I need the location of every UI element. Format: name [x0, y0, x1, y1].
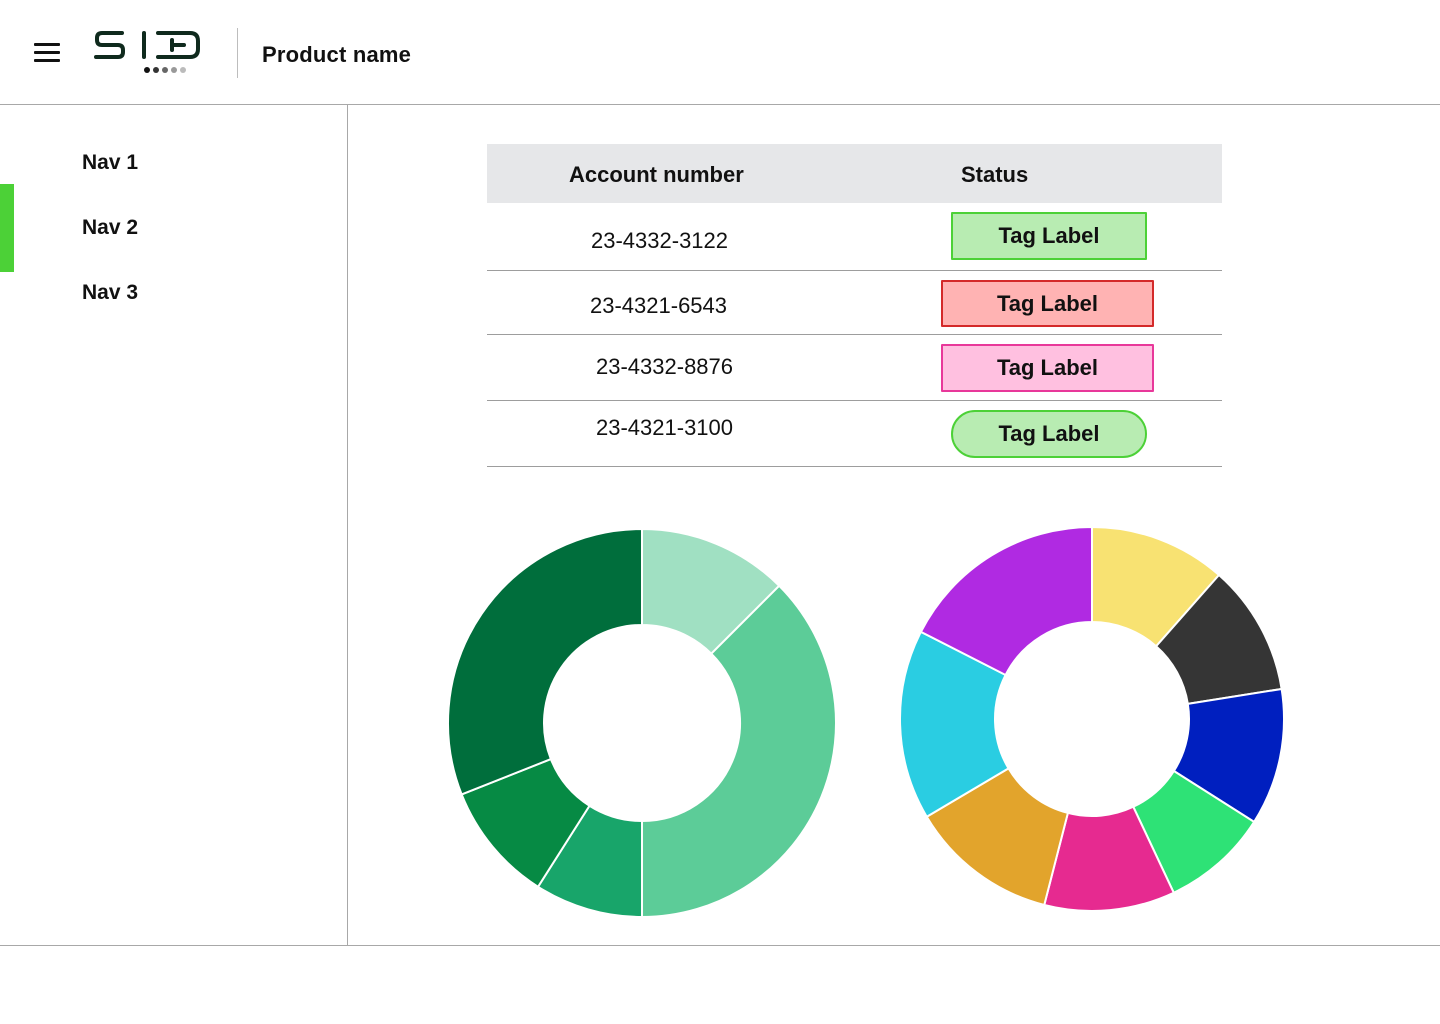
- donut-slice-2: [641, 584, 837, 919]
- footer-divider: [0, 945, 1440, 946]
- table-row: 23-4332-8876 Tag Label: [487, 335, 1222, 401]
- account-number-cell: 23-4332-8876: [596, 354, 734, 379]
- brand-logo: [92, 26, 204, 78]
- sidebar-item-nav-3[interactable]: Nav 3: [82, 281, 138, 305]
- sidebar-item-nav-1[interactable]: Nav 1: [82, 151, 138, 175]
- status-tag: Tag Label: [941, 344, 1154, 392]
- multicolor-donut-chart: [899, 525, 1285, 912]
- table-row: 23-4332-3122 Tag Label: [487, 203, 1222, 271]
- green-donut-chart-svg: [447, 527, 837, 919]
- top-header: Product name: [0, 0, 1440, 105]
- status-tag: Tag Label: [941, 280, 1154, 327]
- column-header-account-number: Account number: [569, 162, 744, 187]
- account-number-cell: 23-4321-3100: [596, 415, 734, 440]
- header-divider: [237, 28, 238, 78]
- table-row: 23-4321-6543 Tag Label: [487, 271, 1222, 335]
- nav-active-indicator: [0, 184, 14, 272]
- account-number-cell: 23-4332-3122: [591, 228, 729, 253]
- account-number-cell: 23-4321-6543: [590, 293, 728, 318]
- green-donut-chart: [447, 527, 837, 919]
- sidebar: Nav 1 Nav 2 Nav 3: [0, 105, 348, 946]
- multicolor-donut-chart-svg: [899, 525, 1285, 912]
- accounts-table: Account number Status 23-4332-3122 Tag L…: [487, 144, 1222, 467]
- product-name: Product name: [262, 42, 412, 67]
- status-tag: Tag Label: [951, 410, 1147, 458]
- app-root: Product name Nav 1 Nav 2 Nav 3 Account n…: [0, 0, 1440, 1024]
- brand-logo-icon: [94, 31, 200, 73]
- column-header-status: Status: [961, 162, 1029, 187]
- hamburger-icon[interactable]: [34, 40, 61, 64]
- sidebar-item-nav-2[interactable]: Nav 2: [82, 216, 138, 240]
- status-tag: Tag Label: [951, 212, 1147, 260]
- table-row: 23-4321-3100 Tag Label: [487, 401, 1222, 467]
- donut-slice-5: [447, 527, 643, 796]
- table-header: Account number Status: [487, 144, 1222, 203]
